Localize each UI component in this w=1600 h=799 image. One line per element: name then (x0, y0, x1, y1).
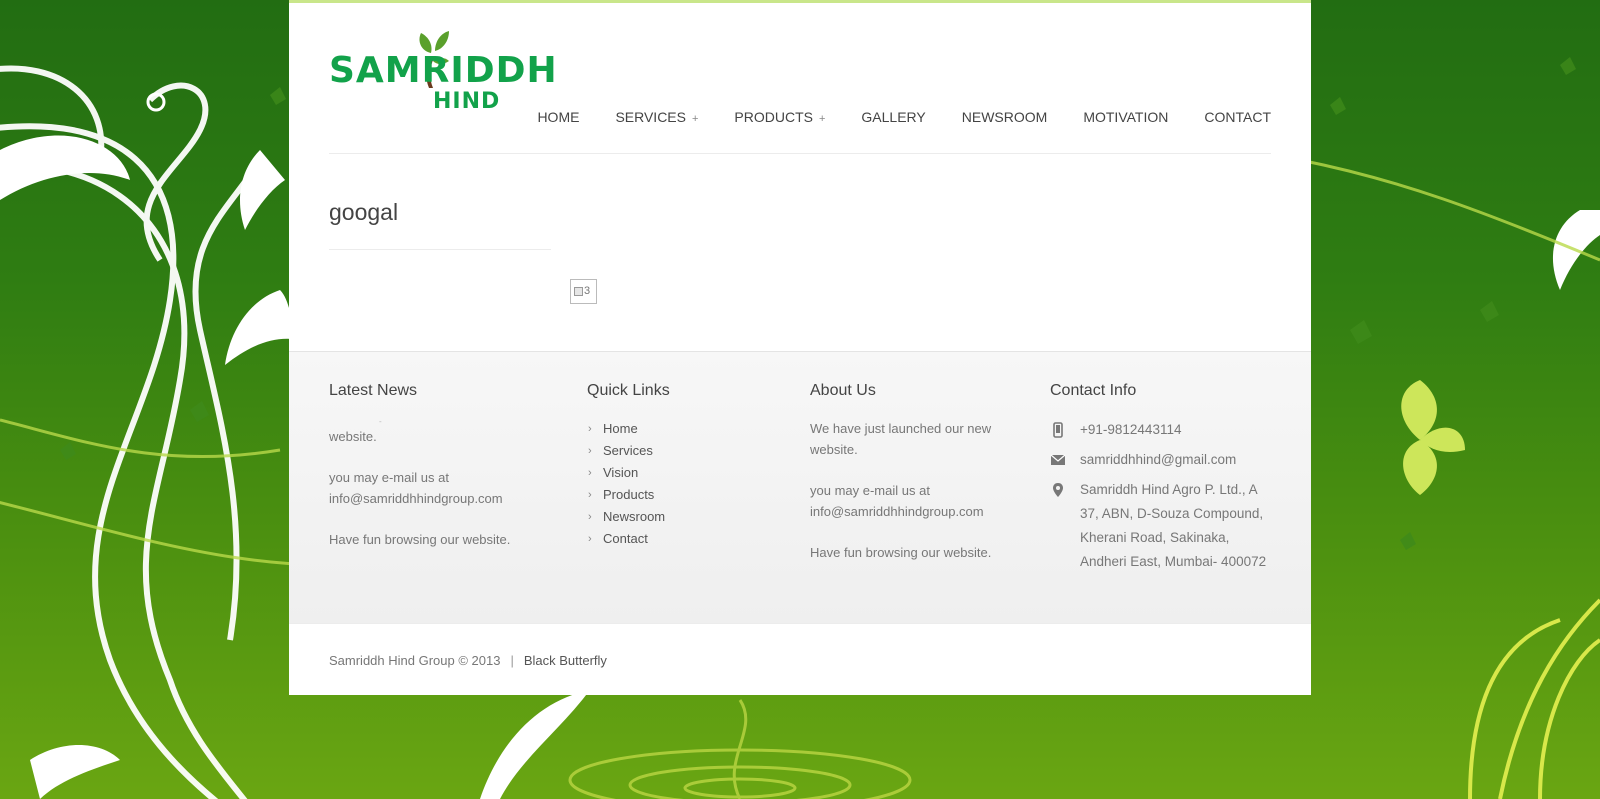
news-text: Have fun browsing our website. (329, 532, 511, 547)
nav-label: MOTIVATION (1083, 109, 1169, 125)
map-pin-icon (1053, 483, 1063, 497)
contact-email: samriddhhind@gmail.com (1050, 448, 1275, 472)
widget-heading: Contact Info (1050, 382, 1137, 399)
quick-link-contact[interactable]: › Contact (587, 528, 767, 550)
header-divider (329, 153, 1271, 154)
chevron-right-icon: › (588, 445, 592, 457)
chevron-right-icon: › (588, 489, 592, 501)
envelope-icon (1050, 454, 1066, 465)
contact-address: Samriddh Hind Agro P. Ltd., A 37, ABN, D… (1050, 478, 1275, 574)
chevron-right-icon: › (588, 533, 592, 545)
nav-label: PRODUCTS (734, 109, 813, 125)
logo-text-hind: HIND (433, 89, 501, 114)
link-label: Contact (603, 531, 648, 546)
about-us-widget: About Us We have just launched our new w… (810, 382, 1000, 563)
footer-widgets: Latest News - website. you may e-mail us… (289, 351, 1311, 623)
separator: | (510, 653, 514, 668)
designer-credit-link[interactable]: Black Butterfly (524, 653, 607, 668)
nav-item-newsroom[interactable]: NEWSROOM (962, 108, 1048, 128)
nav-label: GALLERY (861, 109, 926, 125)
quick-links-widget: Quick Links › Home › Services › Vision › Pro… (587, 382, 767, 550)
footer-bottom-bar: Samriddh Hind Group © 2013 | Black Butterf… (289, 623, 1311, 695)
link-label: Vision (603, 465, 639, 480)
submenu-plus-icon: + (818, 113, 826, 125)
copyright: Samriddh Hind Group © 2013 | Black Butterf… (329, 653, 607, 668)
site-logo[interactable]: SAMRIDDH HIND (329, 23, 557, 115)
widget-heading: Quick Links (587, 382, 670, 399)
about-text: Have fun browsing our website. (810, 545, 992, 560)
phone-number[interactable]: +91-9812443114 (1080, 422, 1181, 437)
about-text: We have just launched our new website. (810, 421, 992, 457)
about-text: you may e-mail us at info@samriddhhindgr… (810, 483, 984, 519)
nav-item-contact[interactable]: CONTACT (1204, 108, 1271, 128)
mobile-phone-icon (1053, 422, 1063, 438)
logo-text-samriddh: SAMRIDDH (329, 50, 558, 91)
widget-heading: About Us (810, 382, 876, 399)
link-label: Newsroom (603, 509, 666, 524)
main-navigation: HOME SERVICES + PRODUCTS + GALLERY NEWSROO… (501, 108, 1271, 128)
postal-address: Samriddh Hind Agro P. Ltd., A 37, ABN, D… (1080, 482, 1267, 569)
nav-label: NEWSROOM (961, 109, 1048, 125)
chevron-right-icon: › (588, 423, 592, 435)
page-title: googal (329, 199, 399, 225)
broken-image-icon (574, 286, 583, 296)
quick-link-services[interactable]: › Services (587, 440, 767, 462)
nav-label: CONTACT (1204, 109, 1271, 125)
nav-item-motivation[interactable]: MOTIVATION (1083, 108, 1168, 128)
quick-link-products[interactable]: › Products (587, 484, 767, 506)
quick-link-vision[interactable]: › Vision (587, 462, 767, 484)
quick-link-home[interactable]: › Home (587, 418, 767, 440)
chevron-right-icon: › (588, 511, 592, 523)
broken-image-alt: 3 (584, 285, 591, 297)
link-label: Services (603, 443, 653, 458)
title-divider (329, 249, 551, 250)
submenu-plus-icon: + (691, 113, 699, 125)
nav-item-services[interactable]: SERVICES + (615, 108, 698, 128)
page-container: SAMRIDDH HIND HOME SERVICES + PRODUCTS + G… (289, 0, 1311, 695)
nav-item-products[interactable]: PRODUCTS + (734, 108, 825, 128)
chevron-right-icon: › (588, 467, 592, 479)
nav-item-home[interactable]: HOME (537, 108, 579, 128)
quick-link-newsroom[interactable]: › Newsroom (587, 506, 767, 528)
nav-label: HOME (537, 109, 580, 125)
link-label: Home (603, 421, 638, 436)
link-label: Products (603, 487, 655, 502)
news-text: website. (329, 429, 377, 444)
copyright-text: Samriddh Hind Group © 2013 (329, 653, 501, 668)
broken-image: 3 (570, 279, 597, 304)
contact-info-widget: Contact Info +91-9812443114 samriddhhind… (1050, 382, 1275, 574)
news-faded-text: - (379, 417, 382, 426)
widget-heading: Latest News (329, 382, 418, 399)
news-text: you may e-mail us at info@samriddhhindgr… (329, 470, 503, 506)
email-address[interactable]: samriddhhind@gmail.com (1080, 452, 1236, 467)
latest-news-widget: Latest News - website. you may e-mail us… (329, 382, 529, 550)
quick-links-list: › Home › Services › Vision › Products › Newsr… (587, 418, 767, 550)
nav-item-gallery[interactable]: GALLERY (861, 108, 925, 128)
contact-phone: +91-9812443114 (1050, 418, 1275, 442)
nav-label: SERVICES (615, 109, 686, 125)
